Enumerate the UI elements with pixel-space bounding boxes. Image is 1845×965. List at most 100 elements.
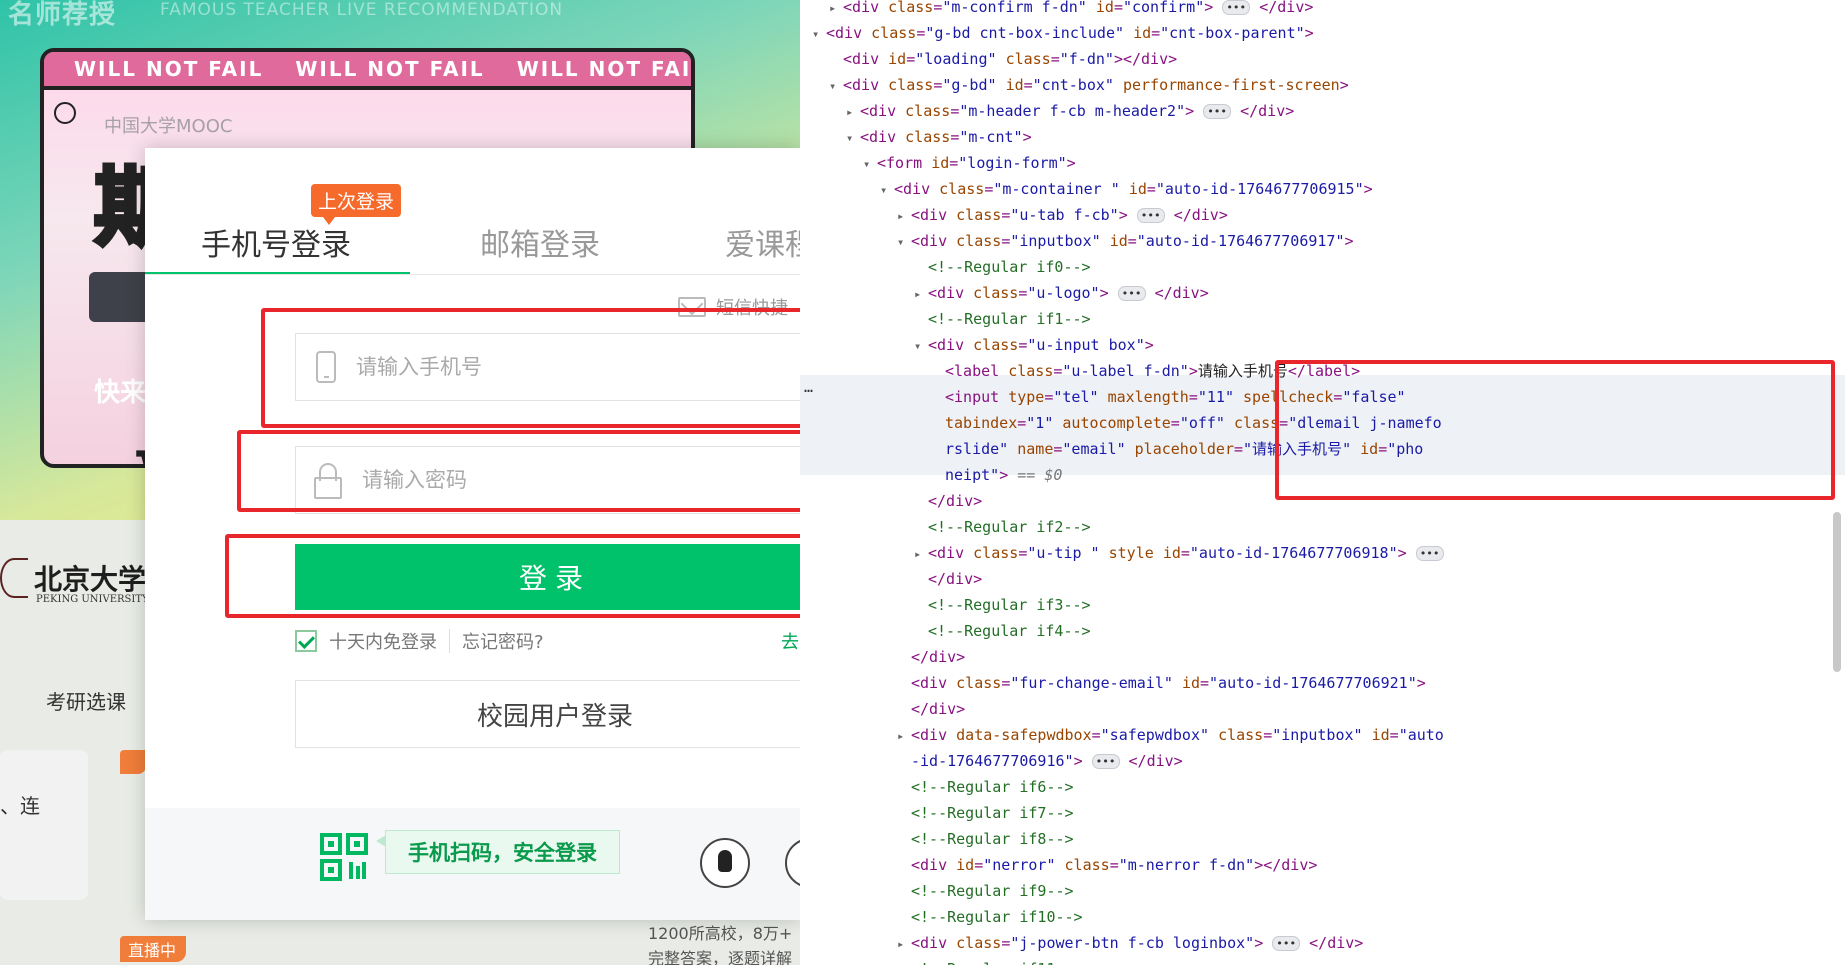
mail-icon: [678, 297, 706, 317]
dom-tree-line[interactable]: </div>: [914, 488, 982, 514]
dom-tree-line[interactable]: </div>: [897, 696, 965, 722]
live-badge: 直播中: [120, 936, 187, 962]
dom-tree-line[interactable]: <!--Regular if6-->: [897, 774, 1074, 800]
phone-input[interactable]: [356, 355, 756, 379]
poster-strip: WILL NOT FAIL WILL NOT FAIL WILL NOT FAI…: [44, 52, 691, 90]
expand-triangle-icon[interactable]: ▸: [829, 0, 843, 21]
dom-node-text: <!--Regular if1-->: [928, 310, 1091, 328]
dom-tree-line[interactable]: ▸ <div class="u-logo"> ••• </div>: [914, 280, 1209, 306]
dom-node-text: <!--Regular if9-->: [911, 882, 1074, 900]
dom-node-text: <!--Regular if3-->: [928, 596, 1091, 614]
collapse-triangle-icon[interactable]: ▾: [846, 125, 860, 151]
expand-triangle-icon[interactable]: ▸: [897, 931, 911, 957]
dom-tree-line[interactable]: </div>: [897, 644, 965, 670]
forgot-password-link[interactable]: 忘记密码?: [462, 628, 544, 654]
collapse-triangle-icon[interactable]: ▾: [812, 21, 826, 47]
dom-node-text: <div class="g-bd cnt-box-include" id="cn…: [826, 24, 1314, 42]
dom-tree-line[interactable]: ▾ <div class="inputbox" id="auto-id-17646…: [897, 228, 1354, 254]
tabs-divider: [145, 274, 800, 275]
login-button[interactable]: 登录: [295, 544, 800, 610]
pku-name-en: PEKING UNIVERSITY: [36, 594, 149, 605]
expand-triangle-icon[interactable]: ▸: [914, 281, 928, 307]
dom-node-text: <div class="m-container " id="auto-id-17…: [894, 180, 1373, 198]
dom-tree-line[interactable]: <div class="fur-change-email" id="auto-i…: [897, 670, 1426, 696]
browser-page: 名师荐授 FAMOUS TEACHER LIVE RECOMMENDATION …: [0, 0, 800, 965]
dom-node-text: <!--Regular if6-->: [911, 778, 1074, 796]
register-link[interactable]: 去: [781, 628, 799, 654]
collapse-triangle-icon[interactable]: ▾: [914, 333, 928, 359]
dom-tree-line[interactable]: ▸ <div class="j-power-btn f-cb loginbox">…: [897, 930, 1363, 956]
expand-triangle-icon[interactable]: ▸: [846, 99, 860, 125]
sms-login-link[interactable]: 短信快捷: [678, 294, 788, 320]
dom-node-text: <!--Regular if7-->: [911, 804, 1074, 822]
dom-node-text: <!--Regular if4-->: [928, 622, 1091, 640]
dom-tree-line[interactable]: <!--Regular if3-->: [914, 592, 1091, 618]
dom-tree-line[interactable]: <!--Regular if4-->: [914, 618, 1091, 644]
dom-tree-line[interactable]: ▾ <div class="m-cnt">: [846, 124, 1032, 150]
dom-node-text: <div id="nerror" class="m-nerror f-dn"><…: [911, 856, 1318, 874]
dom-tree-line[interactable]: ▸ <div class="u-tab f-cb"> ••• </div>: [897, 202, 1228, 228]
dom-tree-line[interactable]: ▸ <div data-safepwdbox="safepwdbox" class…: [897, 722, 1444, 748]
dom-tree-line[interactable]: <!--Regular if0-->: [914, 254, 1091, 280]
dom-node-text: neipt"> == $0: [945, 466, 1063, 484]
remember-label[interactable]: 十天内免登录: [329, 628, 437, 654]
dom-node-text: <!--Regular if8-->: [911, 830, 1074, 848]
dom-node-text: <div id="loading" class="f-dn"></div>: [843, 50, 1178, 68]
sms-login-label: 短信快捷: [716, 298, 788, 319]
dom-tree-line[interactable]: <!--Regular if11-->: [897, 956, 1083, 965]
collapse-triangle-icon[interactable]: ▾: [897, 229, 911, 255]
dom-tree-line[interactable]: ▸ <div class="m-confirm f-dn" id="confirm…: [829, 0, 1313, 20]
dom-tree-line[interactable]: ▾ <div class="m-container " id="auto-id-1…: [880, 176, 1373, 202]
dom-tree-line[interactable]: <!--Regular if2-->: [914, 514, 1091, 540]
dom-tree-line[interactable]: <!--Regular if9-->: [897, 878, 1074, 904]
password-input[interactable]: [362, 468, 762, 492]
tab-email-login[interactable]: 邮箱登录: [480, 220, 600, 264]
expand-triangle-icon[interactable]: ▸: [897, 203, 911, 229]
course-card[interactable]: [0, 750, 88, 900]
collapse-triangle-icon[interactable]: ▾: [829, 73, 843, 99]
dom-tree-line[interactable]: neipt"> == $0: [931, 462, 1062, 488]
dom-tree-line[interactable]: <!--Regular if8-->: [897, 826, 1074, 852]
dom-tree-line[interactable]: ▸ <div class="u-tip " style id="auto-id-1…: [914, 540, 1444, 566]
poster-brand: 中国大学MOOC: [104, 116, 233, 137]
qr-login-bubble[interactable]: 手机扫码，安全登录: [376, 830, 620, 874]
remember-checkbox[interactable]: [295, 630, 317, 652]
devtools-scrollbar[interactable]: [1833, 512, 1841, 672]
dom-tree-line[interactable]: <div id="loading" class="f-dn"></div>: [829, 46, 1177, 72]
tab-phone-login[interactable]: 手机号登录: [201, 220, 351, 264]
dom-tree-line[interactable]: ▾ <div class="g-bd cnt-box-include" id="c…: [812, 20, 1314, 46]
dom-node-text: </div>: [928, 570, 983, 588]
dom-tree-line[interactable]: <!--Regular if1-->: [914, 306, 1091, 332]
strip-text: WILL NOT FAIL: [74, 57, 264, 81]
phone-input-box: [295, 333, 800, 401]
qr-code-icon[interactable]: [320, 833, 368, 881]
campus-login-button[interactable]: 校园用户登录: [295, 680, 800, 748]
dom-tree-line[interactable]: <!--Regular if10-->: [897, 904, 1083, 930]
collapse-triangle-icon[interactable]: ▾: [863, 151, 877, 177]
dom-tree-line[interactable]: ▸ <div class="m-header f-cb m-header2"> •…: [846, 98, 1294, 124]
qq-login-icon[interactable]: [700, 838, 750, 888]
card-desc-line1: 1200所高校，8万+: [648, 924, 793, 943]
tab-icourse-login[interactable]: 爱课程: [725, 220, 800, 264]
highlight-selected-input-node: [1275, 360, 1835, 500]
dom-tree-line[interactable]: <div id="nerror" class="m-nerror f-dn"><…: [897, 852, 1317, 878]
remember-row: 十天内免登录 忘记密码?: [295, 628, 544, 654]
dom-tree-line[interactable]: ▾ <div class="u-input box">: [914, 332, 1154, 358]
crosshair-icon: [54, 102, 76, 124]
dom-node-text: <!--Regular if0-->: [928, 258, 1091, 276]
collapse-triangle-icon[interactable]: ▾: [880, 177, 894, 203]
dom-tree-line[interactable]: -id-1764677706916"> ••• </div>: [897, 748, 1183, 774]
dom-tree-line[interactable]: </div>: [914, 566, 982, 592]
expand-triangle-icon[interactable]: ▸: [897, 723, 911, 749]
dom-node-text: <div class="u-logo"> ••• </div>: [928, 284, 1209, 302]
nav-item-kaoyan[interactable]: 考研选课: [46, 686, 126, 715]
dom-tree-line[interactable]: ▾ <form id="login-form">: [863, 150, 1076, 176]
dom-node-text: </div>: [911, 648, 966, 666]
dom-tree-line[interactable]: ▾ <div class="g-bd" id="cnt-box" performa…: [829, 72, 1349, 98]
pku-logo[interactable]: 北京大学 PEKING UNIVERSITY: [0, 558, 149, 605]
node-menu-ellipsis[interactable]: …: [804, 378, 813, 396]
dom-node-text: <div class="m-confirm f-dn" id="confirm"…: [843, 0, 1314, 16]
dom-tree-line[interactable]: <!--Regular if7-->: [897, 800, 1074, 826]
divider: [449, 629, 450, 653]
expand-triangle-icon[interactable]: ▸: [914, 541, 928, 567]
